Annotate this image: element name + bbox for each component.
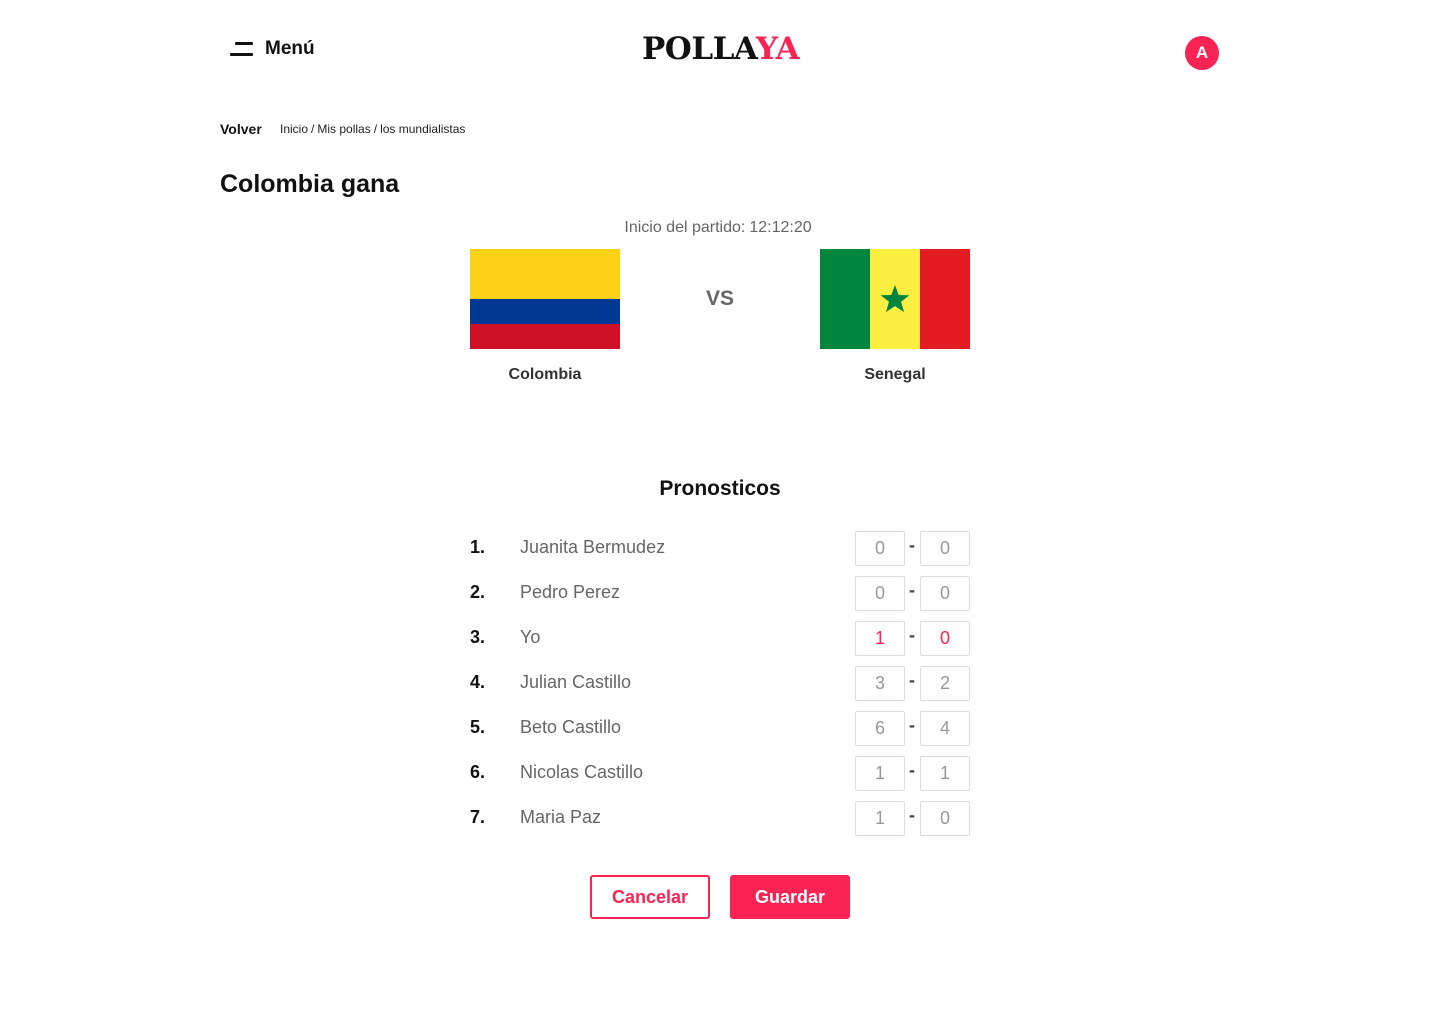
logo-text-polla: POLLA — [642, 31, 756, 67]
user-avatar[interactable]: A — [1185, 36, 1219, 70]
prediction-row: 7. Maria Paz - — [470, 801, 970, 846]
score-separator: - — [909, 760, 915, 780]
predictions-title: Pronosticos — [659, 477, 781, 500]
away-score-field[interactable] — [920, 801, 970, 836]
prediction-player-name: Beto Castillo — [520, 717, 622, 737]
breadcrumb-item-mis-pollas[interactable]: Mis pollas — [317, 122, 370, 136]
menu-label: Menú — [265, 38, 315, 59]
home-score-field[interactable] — [855, 531, 905, 566]
prediction-rank: 3. — [470, 627, 486, 647]
score-separator: - — [909, 625, 915, 645]
score-separator: - — [909, 535, 915, 555]
breadcrumb: Inicio / Mis pollas / los mundialistas — [280, 122, 465, 136]
home-score-field[interactable] — [855, 576, 905, 611]
senegal-flag — [820, 249, 970, 349]
home-score-field[interactable] — [855, 801, 905, 836]
breadcrumb-separator: / — [311, 122, 315, 136]
away-score-field[interactable] — [920, 711, 970, 746]
score-separator: - — [909, 580, 915, 600]
away-score-field[interactable] — [920, 576, 970, 611]
logo-text-ya: YA — [755, 31, 800, 67]
prediction-player-name: Maria Paz — [520, 807, 602, 827]
prediction-row: 2. Pedro Perez - — [470, 576, 970, 621]
breadcrumb-item-current: los mundialistas — [380, 122, 466, 136]
save-button[interactable]: Guardar — [730, 875, 850, 919]
match-start-time: 12:12:20 — [749, 219, 812, 236]
prediction-rank: 7. — [470, 807, 486, 827]
match-start-label: Inicio del partido: — [624, 219, 746, 236]
breadcrumb-item-inicio[interactable]: Inicio — [280, 122, 308, 136]
prediction-rank: 6. — [470, 762, 486, 782]
score-separator: - — [909, 670, 915, 690]
home-score-field[interactable] — [855, 711, 905, 746]
prediction-rank: 4. — [470, 672, 486, 692]
prediction-player-name: Yo — [520, 627, 541, 647]
page-title: Colombia gana — [220, 170, 400, 198]
home-score-field[interactable] — [855, 666, 905, 701]
prediction-row-mine: 3. Yo - — [470, 621, 970, 666]
predictions-list: 1. Juanita Bermudez - 2. Pedro Perez - 3… — [470, 531, 970, 846]
breadcrumb-separator: / — [373, 122, 378, 136]
hamburger-icon — [230, 41, 253, 57]
my-home-score-field[interactable] — [855, 621, 905, 656]
prediction-row: 6. Nicolas Castillo - — [470, 756, 970, 801]
menu-button[interactable]: Menú — [230, 38, 315, 60]
colombia-flag — [470, 249, 620, 349]
away-team-name: Senegal — [864, 366, 926, 383]
home-score-field[interactable] — [855, 756, 905, 791]
prediction-player-name: Nicolas Castillo — [520, 762, 644, 782]
vs-label: VS — [705, 287, 734, 310]
prediction-rank: 1. — [470, 537, 486, 557]
cancel-button[interactable]: Cancelar — [590, 875, 710, 919]
prediction-row: 4. Julian Castillo - — [470, 666, 970, 711]
away-score-field[interactable] — [920, 666, 970, 701]
prediction-player-name: Juanita Bermudez — [520, 537, 666, 557]
star-icon — [880, 285, 910, 313]
my-away-score-field[interactable] — [920, 621, 970, 656]
match-start-info: Inicio del partido: 12:12:20 — [0, 219, 1440, 237]
prediction-player-name: Julian Castillo — [520, 672, 632, 692]
prediction-player-name: Pedro Perez — [520, 582, 621, 602]
prediction-rank: 5. — [470, 717, 486, 737]
prediction-row: 1. Juanita Bermudez - — [470, 531, 970, 576]
home-team-name: Colombia — [508, 366, 582, 383]
away-score-field[interactable] — [920, 756, 970, 791]
back-link[interactable]: Volver — [220, 121, 262, 137]
app-logo[interactable]: POLLAYA — [642, 31, 800, 67]
away-score-field[interactable] — [920, 531, 970, 566]
prediction-row: 5. Beto Castillo - — [470, 711, 970, 756]
score-separator: - — [909, 805, 915, 825]
prediction-rank: 2. — [470, 582, 486, 602]
score-separator: - — [909, 715, 915, 735]
